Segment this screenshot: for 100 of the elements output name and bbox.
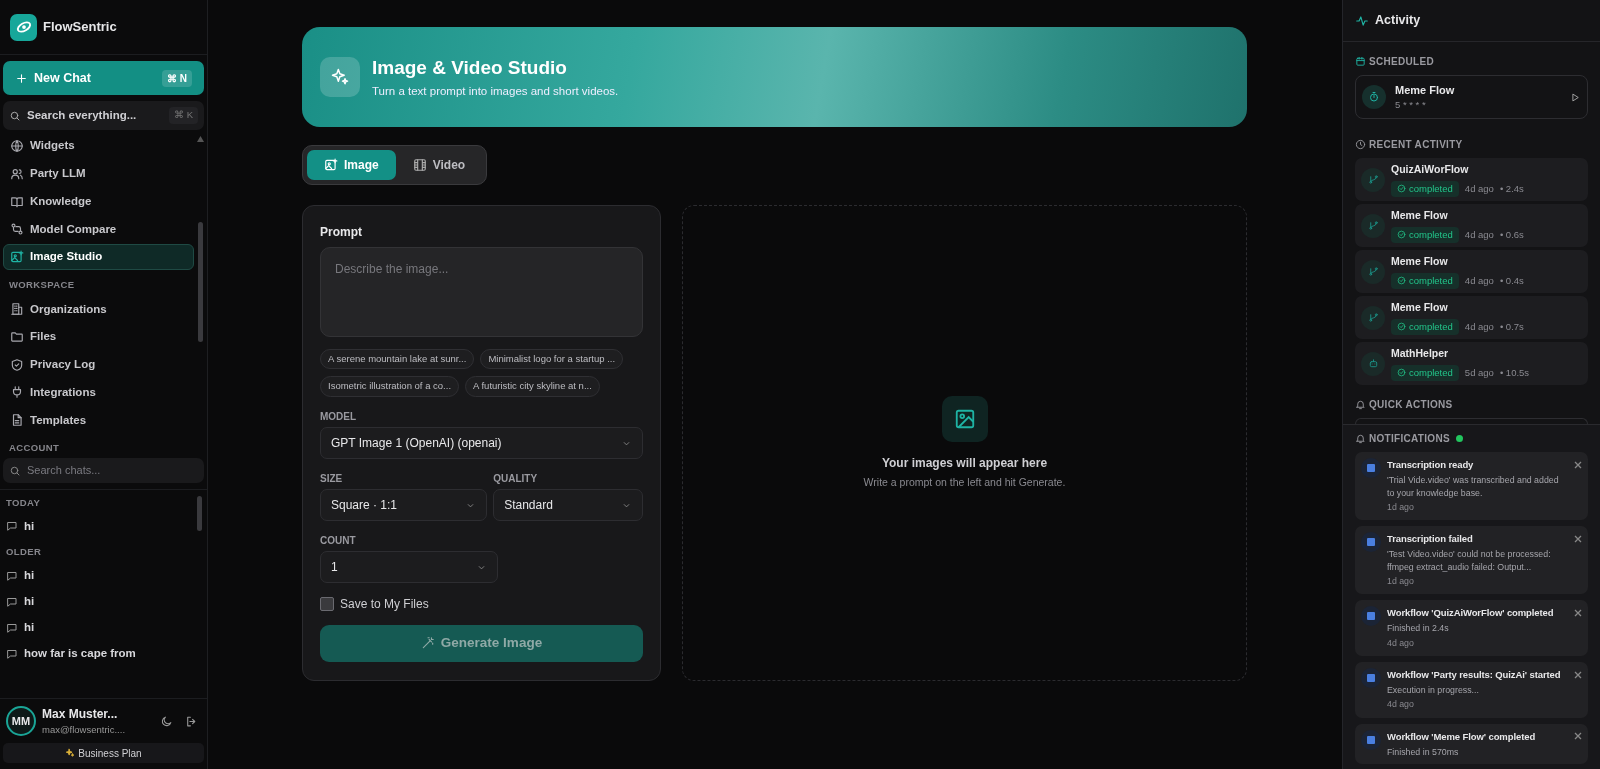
user-email: max@flowsentric....: [42, 722, 127, 737]
section-heading: QUICK ACTIONS: [1369, 398, 1453, 412]
notification-card[interactable]: Transcription failed 'Test Video.video' could not be processed: ffmpeg extract_audio failed: Output... 1d ago: [1355, 526, 1588, 595]
activity-card[interactable]: QuizAiWorFlow completed 4d ago • 2.4s: [1355, 158, 1588, 201]
sidebar-item[interactable]: Organizations: [3, 296, 194, 323]
notification-text: 'Trial Vide.video' was transcribed and added to your knowledge base.: [1387, 474, 1560, 499]
chat-item[interactable]: hi: [6, 562, 191, 589]
status-badge: completed: [1391, 226, 1459, 243]
studio-subtitle: Turn a text prompt into images and short videos.: [372, 83, 619, 99]
notification-text: Finished in 570ms: [1387, 745, 1460, 759]
notification-title: Workflow 'QuizAiWorFlow' completed: [1387, 606, 1555, 621]
age-text: 4d ago: [1464, 181, 1494, 196]
select-field[interactable]: 1: [320, 550, 499, 583]
suggestion-chip[interactable]: A serene mountain lake at sunr...: [320, 349, 475, 370]
status-badge: completed: [1391, 180, 1459, 197]
activity-card[interactable]: MathHelper completed 5d ago • 10.5s: [1355, 342, 1588, 385]
chat-item[interactable]: how far is cape from: [6, 640, 191, 667]
suggestion-chip[interactable]: Isometric illustration of a co...: [320, 376, 460, 397]
search-field[interactable]: Search everything... ⌘ K: [3, 101, 204, 130]
age-text: 4d ago: [1464, 273, 1494, 288]
group-heading: TODAY: [6, 496, 42, 510]
plan-badge: Business Plan: [3, 743, 204, 763]
chat-item[interactable]: hi: [6, 588, 191, 615]
preview-hint: Write a prompt on the left and hit Generate.: [863, 474, 1066, 490]
sidebar-item[interactable]: Integrations: [3, 379, 194, 406]
notification-text: Execution in progress...: [1387, 684, 1480, 697]
new-chat-button[interactable]: New Chat ⌘ N: [3, 61, 204, 95]
flow-name: QuizAiWorFlow: [1391, 162, 1470, 177]
flow-name: MathHelper: [1391, 346, 1450, 361]
notification-card[interactable]: Transcription ready 'Trial Vide.video' was transcribed and added to your knowledge base. 1d ago: [1355, 452, 1588, 521]
age-text: 4d ago: [1387, 698, 1415, 712]
status-badge: completed: [1391, 272, 1459, 289]
sidebar-item[interactable]: Party LLM: [3, 160, 194, 187]
select-field[interactable]: Standard: [493, 488, 643, 521]
avatar: MM: [6, 705, 36, 736]
prompt-label: Prompt: [320, 224, 363, 241]
notification-card[interactable]: Workflow 'Meme Flow' completed Finished in 570ms: [1355, 723, 1588, 765]
cron-text: 5 * * * *: [1395, 98, 1427, 113]
notification-card[interactable]: Workflow 'Party results: QuizAi' started Execution in progress... 4d ago: [1355, 661, 1588, 718]
mode-tab[interactable]: Video: [395, 150, 483, 180]
scheduled-card[interactable]: Meme Flow 5 * * * *: [1355, 75, 1588, 119]
status-badge: completed: [1391, 364, 1459, 381]
age-text: 4d ago: [1464, 227, 1494, 242]
flow-name: Meme Flow: [1391, 300, 1449, 315]
suggestion-chip[interactable]: Minimalist logo for a startup ...: [480, 349, 624, 370]
notification-title: Transcription ready: [1387, 458, 1475, 472]
section-heading: ACCOUNT: [8, 440, 61, 455]
notification-title: Workflow 'Meme Flow' completed: [1387, 729, 1537, 744]
notification-text: 'Test Video.video' could not be processed: ffmpeg extract_audio failed: Output...: [1387, 548, 1552, 573]
age-text: 4d ago: [1387, 636, 1415, 650]
age-text: 1d ago: [1387, 574, 1415, 588]
checkbox-label: Save to My Files: [340, 595, 429, 613]
sidebar-item[interactable]: Model Compare: [3, 216, 194, 243]
sidebar-item[interactable]: Widgets: [3, 133, 194, 160]
user-name: Max Muster...: [42, 705, 119, 723]
flow-name: Meme Flow: [1391, 254, 1449, 269]
duration-text: • 0.7s: [1499, 319, 1524, 334]
studio-title: Image & Video Studio: [372, 56, 568, 81]
flow-name: Meme Flow: [1391, 208, 1449, 223]
select-field[interactable]: Square · 1:1: [320, 488, 488, 521]
sidebar-item[interactable]: Privacy Log: [3, 351, 194, 378]
prompt-field[interactable]: Describe the image...: [320, 247, 643, 337]
activity-card[interactable]: Meme Flow completed 4d ago • 0.7s: [1355, 296, 1588, 339]
sidebar-item[interactable]: Knowledge: [3, 188, 194, 215]
notification-title: Transcription failed: [1387, 532, 1474, 547]
age-text: 5d ago: [1464, 365, 1494, 380]
mode-tab[interactable]: Image: [307, 150, 396, 180]
flow-name: Meme Flow: [1395, 82, 1455, 98]
notification-text: Finished in 2.4s: [1387, 622, 1450, 635]
age-text: 4d ago: [1464, 319, 1494, 334]
status-badge: completed: [1391, 318, 1459, 335]
section-heading: SCHEDULED: [1369, 55, 1434, 69]
group-heading: OLDER: [6, 545, 43, 560]
notification-card[interactable]: Workflow 'QuizAiWorFlow' completed Finished in 2.4s 4d ago: [1355, 600, 1588, 656]
section-heading: RECENT ACTIVITY: [1369, 138, 1463, 152]
chat-search-field[interactable]: Search chats...: [3, 458, 204, 483]
suggestion-chip[interactable]: A futuristic city skyline at n...: [465, 376, 600, 397]
age-text: 1d ago: [1387, 500, 1415, 514]
field-label: QUALITY: [493, 471, 539, 486]
chat-item[interactable]: hi: [6, 513, 191, 540]
notification-title: Workflow 'Party results: QuizAi' started: [1387, 667, 1562, 682]
field-label: MODEL: [320, 409, 358, 424]
chat-item[interactable]: hi: [6, 614, 191, 641]
duration-text: • 0.4s: [1499, 273, 1524, 288]
duration-text: • 2.4s: [1499, 181, 1524, 196]
select-field[interactable]: GPT Image 1 (OpenAI) (openai): [320, 426, 643, 459]
preview-title: Your images will appear here: [881, 454, 1048, 472]
duration-text: • 0.6s: [1499, 227, 1524, 242]
panel-title: Activity: [1375, 12, 1421, 30]
brand-name: FlowSentric: [43, 18, 117, 37]
sidebar-item[interactable]: Image Studio: [3, 243, 194, 270]
section-heading: WORKSPACE: [8, 277, 76, 292]
activity-card[interactable]: Meme Flow completed 4d ago • 0.4s: [1355, 250, 1588, 293]
duration-text: • 10.5s: [1499, 365, 1530, 380]
field-label: SIZE: [320, 471, 344, 486]
section-heading: NOTIFICATIONS: [1369, 432, 1450, 446]
sidebar-item[interactable]: Files: [3, 323, 194, 351]
activity-card[interactable]: Meme Flow completed 4d ago • 0.6s: [1355, 204, 1588, 247]
field-label: COUNT: [320, 533, 357, 548]
sidebar-item[interactable]: Templates: [3, 407, 194, 434]
